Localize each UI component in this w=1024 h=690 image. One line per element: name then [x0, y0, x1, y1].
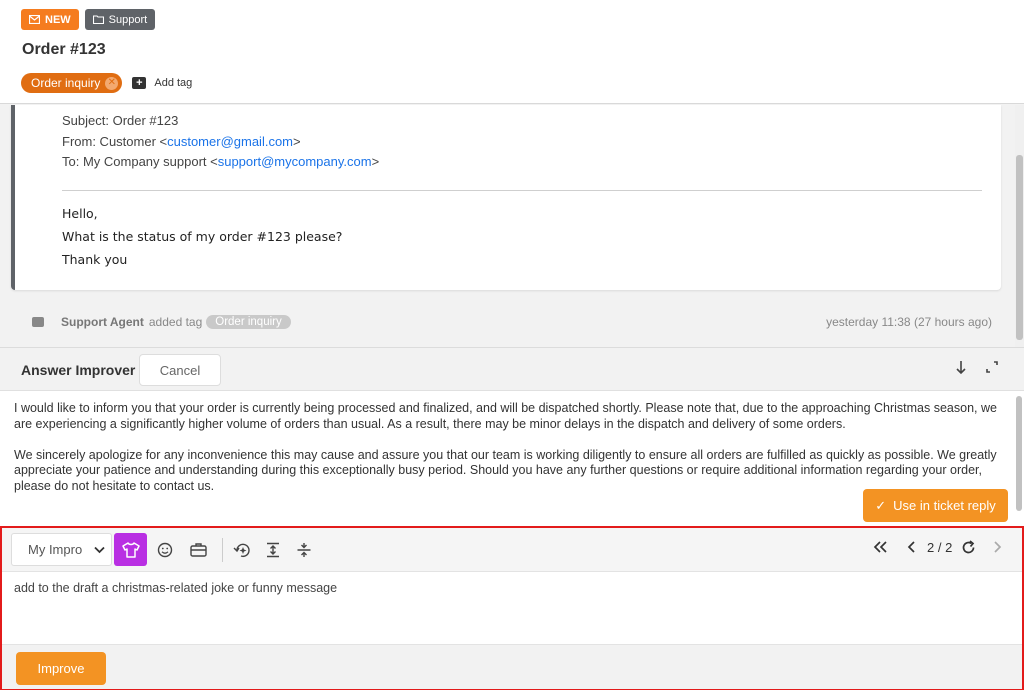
expand-icon[interactable]: [985, 360, 999, 378]
check-icon: ✓: [875, 497, 887, 513]
add-tag-label: Add tag: [154, 77, 193, 89]
toolbar-separator: [222, 538, 223, 562]
tone-emoji-button[interactable]: [148, 533, 181, 566]
ticket-header: NEW Support Order #123 Order inquiry ✕ +…: [0, 0, 1024, 104]
shirt-icon: [121, 541, 140, 558]
draft-paragraph: We sincerely apologize for any inconveni…: [14, 447, 997, 493]
draft-paragraph: I would like to inform you that your ord…: [14, 401, 997, 431]
email-body-line: Thank you: [62, 252, 128, 267]
next-version-icon[interactable]: [993, 540, 1003, 557]
expand-text-icon: [266, 542, 279, 557]
prompt-footer: Improve: [2, 644, 1022, 689]
folder-badge-label: Support: [108, 13, 148, 26]
shorten-text-button[interactable]: [287, 533, 320, 566]
improver-toolbar: My Impro 2 / 2: [2, 528, 1022, 572]
email-body-line: What is the status of my order #123 plea…: [62, 229, 343, 244]
activity-action: added tag: [148, 315, 203, 329]
arrow-down-icon[interactable]: [955, 360, 967, 379]
activity-timestamp: yesterday 11:38 (27 hours ago): [826, 315, 992, 329]
previous-version-icon[interactable]: [906, 540, 916, 557]
smiley-icon: [157, 542, 172, 557]
from-suffix: >: [293, 133, 301, 149]
improver-preset-value: My Impro: [28, 542, 83, 557]
tag-added-icon: [32, 317, 44, 327]
to-suffix: >: [371, 154, 380, 169]
version-pager: 2 / 2: [927, 540, 953, 555]
thread-scrollbar-thumb[interactable]: [1016, 155, 1023, 340]
formal-briefcase-button[interactable]: [182, 533, 215, 566]
improve-prompt-box: My Impro 2 / 2 add to the draft a christ…: [0, 526, 1024, 690]
add-tag-icon: +: [132, 77, 147, 89]
rewrite-sparkle-icon: [233, 543, 250, 557]
email-body: Hello, What is the status of my order #1…: [62, 202, 342, 271]
first-version-icon[interactable]: [872, 540, 888, 557]
email-body-line: Hello,: [62, 206, 98, 221]
briefcase-icon: [190, 543, 207, 557]
chevron-down-icon: [94, 543, 105, 557]
use-in-ticket-reply-label: Use in ticket reply: [893, 498, 996, 513]
email-message: Subject: Order #123 From: Customer <cust…: [11, 105, 1001, 290]
tag-chip[interactable]: Order inquiry ✕: [21, 73, 123, 93]
status-badges: NEW Support: [21, 9, 156, 30]
envelope-icon: [29, 15, 40, 24]
cancel-button[interactable]: Cancel: [139, 354, 221, 386]
activity-agent: Support Agent: [61, 315, 144, 329]
activity-tag: Order inquiry: [206, 315, 291, 329]
thread-scrollbar[interactable]: [1015, 105, 1024, 347]
answer-improver-panel: Answer Improver Cancel I would like to i…: [0, 347, 1024, 690]
improver-header: Answer Improver Cancel: [0, 348, 1024, 391]
activity-entry: Support Agent added tag Order inquiry ye…: [32, 315, 992, 329]
improve-prompt-input[interactable]: add to the draft a christmas-related jok…: [14, 581, 337, 595]
folder-icon: [92, 15, 104, 24]
improver-preset-select[interactable]: My Impro: [11, 533, 112, 566]
message-thread: Subject: Order #123 From: Customer <cust…: [0, 105, 1024, 347]
to-prefix: To: My Company support <: [62, 154, 218, 169]
remove-tag-icon[interactable]: ✕: [105, 76, 119, 90]
email-from: From: Customer <customer@gmail.com>: [62, 132, 379, 153]
from-email-link[interactable]: customer@gmail.com: [167, 134, 293, 149]
to-email-link[interactable]: support@mycompany.com: [218, 154, 372, 169]
draft-reply-text[interactable]: I would like to inform you that your ord…: [14, 401, 1004, 510]
style-shirt-button[interactable]: [114, 533, 147, 566]
email-meta: Subject: Order #123 From: Customer <cust…: [62, 111, 379, 173]
email-to: To: My Company support <support@mycompan…: [62, 152, 379, 173]
shorten-text-icon: [297, 542, 310, 557]
email-divider: [62, 190, 982, 191]
regenerate-icon[interactable]: [961, 540, 976, 558]
folder-badge[interactable]: Support: [84, 9, 156, 30]
rewrite-button[interactable]: [225, 533, 258, 566]
email-subject: Subject: Order #123: [62, 113, 179, 128]
tag-row: Order inquiry ✕ + Add tag: [21, 73, 192, 93]
from-prefix: From: Customer <: [62, 133, 168, 149]
draft-scrollbar[interactable]: [1016, 396, 1022, 511]
tag-chip-label: Order inquiry: [31, 76, 101, 90]
add-tag-button[interactable]: + Add tag: [132, 77, 192, 89]
badge-new-label: NEW: [45, 13, 71, 26]
expand-text-button[interactable]: [256, 533, 289, 566]
improve-button[interactable]: Improve: [16, 652, 106, 685]
use-in-ticket-reply-button[interactable]: ✓ Use in ticket reply: [863, 489, 1008, 522]
page-title: Order #123: [22, 41, 106, 58]
improver-title: Answer Improver: [21, 362, 136, 378]
status-badge-new[interactable]: NEW: [21, 9, 79, 30]
